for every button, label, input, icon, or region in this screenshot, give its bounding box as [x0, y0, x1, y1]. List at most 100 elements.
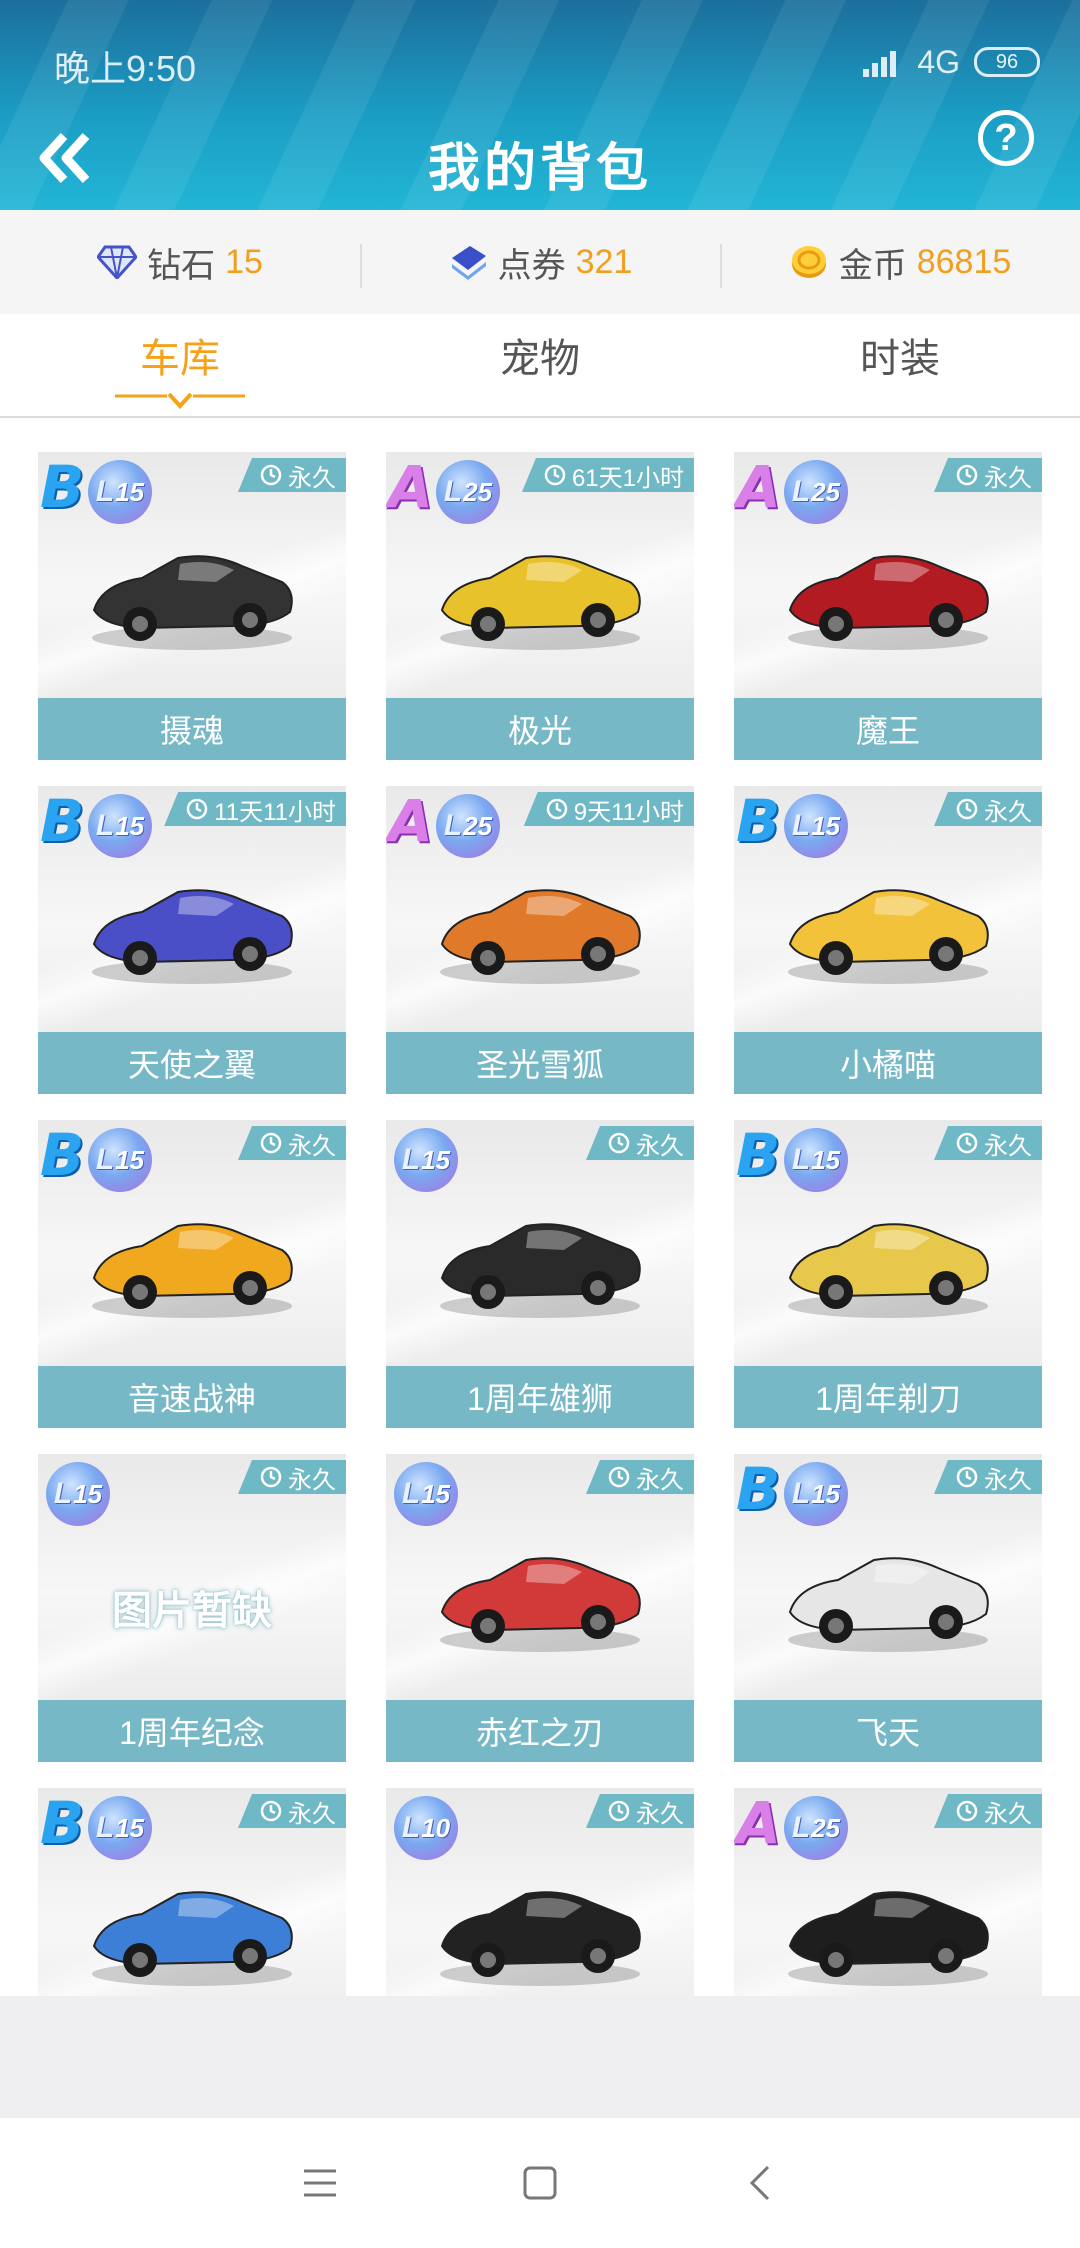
level-badge: L 15 — [784, 1462, 848, 1526]
duration-badge: 永久 — [934, 792, 1042, 826]
status-time: 晚上9:50 — [54, 48, 197, 89]
back-nav-button[interactable] — [740, 2163, 780, 2203]
level-value: 15 — [115, 810, 145, 841]
car-name-label: 1周年雄狮 — [386, 1366, 694, 1428]
car-name-label: 小橘喵 — [734, 1032, 1042, 1094]
currency-value: 15 — [225, 242, 263, 281]
car-card[interactable]: L 15 永久 图片暂缺 1周年纪念 — [38, 1454, 346, 1762]
currency-value: 321 — [575, 242, 633, 281]
level-value: 15 — [421, 1144, 451, 1175]
duration-badge: 11天11小时 — [164, 792, 346, 826]
car-card[interactable]: B L 15 永久 — [734, 786, 1042, 1094]
car-name-label: 魔王 — [734, 698, 1042, 760]
level-prefix-icon: L — [401, 1477, 421, 1510]
car-card[interactable]: B L 15 永久 — [38, 452, 346, 760]
duration-badge: 9天11小时 — [523, 792, 694, 826]
tab-fashion[interactable]: 时装 — [720, 314, 1080, 416]
car-image — [788, 1557, 989, 1652]
tab-garage[interactable]: 车库 — [0, 314, 360, 416]
level-value: 25 — [811, 1812, 841, 1843]
tab-pets[interactable]: 宠物 — [360, 314, 720, 416]
level-badge: L 15 — [88, 1128, 152, 1192]
level-value: 15 — [115, 1144, 145, 1175]
level-badge: L 25 — [436, 460, 500, 524]
car-card[interactable]: A L 25 9天11小时 圣光雪狐 — [386, 786, 694, 1094]
clock-icon — [260, 464, 282, 486]
car-card[interactable]: A L 25 61天1小时 极光 — [386, 452, 694, 760]
level-badge: L 15 — [88, 794, 152, 858]
car-card[interactable]: B L 15 永久 — [38, 1788, 346, 1996]
level-badge: L 10 — [394, 1796, 458, 1860]
rank-badge: B — [736, 1455, 781, 1523]
level-prefix-icon: L — [791, 1477, 811, 1510]
car-name-label: 圣光雪狐 — [386, 1032, 694, 1094]
currency-label: 点券 — [497, 246, 566, 285]
car-image — [440, 889, 641, 984]
car-image — [92, 1223, 293, 1318]
clock-icon — [956, 798, 978, 820]
car-name-label: 音速战神 — [38, 1366, 346, 1428]
level-value: 25 — [811, 476, 841, 507]
image-missing-text: 图片暂缺 — [112, 1589, 272, 1633]
level-prefix-icon: L — [791, 809, 811, 842]
car-card[interactable]: L 15 永久 — [386, 1454, 694, 1762]
menu-button[interactable] — [300, 2163, 340, 2203]
rank-badge: A — [736, 1789, 781, 1857]
car-card[interactable]: A L 25 永久 — [734, 1788, 1042, 1996]
car-name-label: 赤红之刃 — [386, 1700, 694, 1762]
level-badge: L 25 — [784, 1796, 848, 1860]
home-square-icon — [523, 2166, 557, 2200]
currency-bar: 钻石 15 点券 321 金币 86815 — [0, 210, 1080, 314]
currency-label: 金币 — [838, 246, 907, 285]
level-badge: L 15 — [784, 794, 848, 858]
currency-gold: 金币 86815 — [720, 238, 1080, 288]
item-grid-scroll[interactable]: B L 15 永久 摄魂 A L 25 61天1小时 极光 A L 25 永久 … — [0, 418, 1080, 1996]
tab-label: 宠物 — [500, 337, 580, 381]
duration-badge: 永久 — [238, 1126, 346, 1160]
gold-coin-icon — [791, 246, 826, 278]
signal-icon — [863, 47, 903, 77]
car-card[interactable]: A L 25 永久 — [734, 452, 1042, 760]
duration-text: 永久 — [288, 1466, 336, 1494]
clock-icon — [260, 1800, 282, 1822]
duration-badge: 永久 — [586, 1460, 694, 1494]
level-badge: L 15 — [394, 1128, 458, 1192]
help-button[interactable]: ? — [978, 110, 1034, 166]
car-card[interactable]: B L 15 永久 — [734, 1120, 1042, 1428]
car-card[interactable]: L 15 永久 — [386, 1120, 694, 1428]
level-value: 10 — [421, 1812, 451, 1843]
car-name-label: 1周年剃刀 — [734, 1366, 1042, 1428]
duration-text: 永久 — [636, 1132, 684, 1160]
car-image — [440, 555, 641, 650]
car-name-label: 摄魂 — [38, 698, 346, 760]
car-image — [440, 1557, 641, 1652]
duration-text: 永久 — [984, 798, 1032, 826]
status-bar: 晚上9:50 4G 96 — [0, 0, 1080, 120]
duration-text: 61天1小时 — [571, 464, 684, 492]
level-prefix-icon: L — [95, 1811, 115, 1844]
duration-text: 永久 — [984, 1800, 1032, 1828]
level-badge: L 15 — [88, 460, 152, 524]
level-value: 15 — [811, 1144, 841, 1175]
currency-label: 钻石 — [147, 246, 216, 285]
home-button[interactable] — [520, 2163, 560, 2203]
level-value: 15 — [73, 1478, 103, 1509]
car-card[interactable]: B L 15 11天11小时 天使之翼 — [38, 786, 346, 1094]
tab-label: 时装 — [860, 337, 940, 381]
level-prefix-icon: L — [95, 1143, 115, 1176]
car-card[interactable]: B L 15 永久 — [734, 1454, 1042, 1762]
level-value: 15 — [811, 1478, 841, 1509]
rank-badge: A — [388, 787, 433, 855]
car-image — [92, 555, 293, 650]
coupon-icon — [451, 246, 486, 280]
duration-text: 永久 — [288, 464, 336, 492]
clock-icon — [956, 1800, 978, 1822]
duration-badge: 永久 — [586, 1794, 694, 1828]
system-nav-bar — [0, 2118, 1080, 2248]
rank-badge: B — [40, 1789, 85, 1857]
car-image — [788, 1223, 989, 1318]
car-card[interactable]: B L 15 永久 — [38, 1120, 346, 1428]
car-card[interactable]: L 10 永久 — [386, 1788, 694, 1996]
level-prefix-icon: L — [791, 475, 811, 508]
level-badge: L 15 — [46, 1462, 110, 1526]
